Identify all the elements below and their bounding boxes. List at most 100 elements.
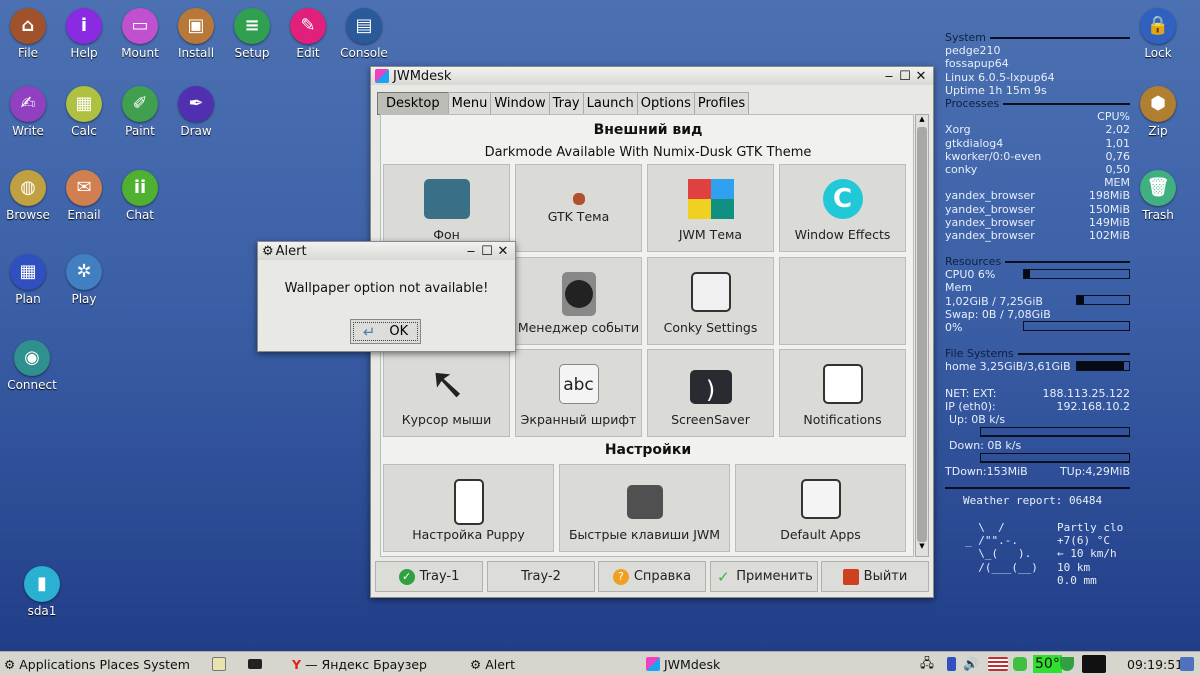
checkmark-icon: ✓ [716,567,730,586]
tile-wrench-icon[interactable]: Настройка Puppy [383,464,554,552]
battery-tray-icon[interactable] [947,655,956,673]
default-apps-icon [800,479,841,519]
tab-desktop[interactable]: Desktop [377,92,449,115]
scroll-down-arrow[interactable]: ▼ [916,542,928,554]
tab-options[interactable]: Options [636,92,695,115]
alert-ok-button[interactable]: ↵ OK [350,319,421,344]
button-tray-1[interactable]: ✓ Tray-1 [375,561,483,592]
desktop-icon-trash[interactable]: 🗑 Trash [1130,170,1186,222]
process-value: 0,50 [1105,163,1131,177]
process-name: Xorg [945,123,971,137]
temperature-tray[interactable]: 50° [1033,655,1062,673]
desktop-icon-chat[interactable]: ii Chat [112,170,168,222]
desktop-icon-calc[interactable]: ▦ Calc [56,86,112,138]
edit-label: Edit [296,46,320,60]
notifications-icon [822,364,863,404]
console-label: Console [340,46,388,60]
volume-tray-icon[interactable]: 🔊 [963,655,979,673]
desktop-icon-browse[interactable]: ◍ Browse [0,170,56,222]
desktop-icon-play[interactable]: ✲ Play [56,254,112,306]
task-alert[interactable]: ⚙ Alert [470,655,640,673]
task-label: Alert [485,656,515,672]
applications-menu[interactable]: ⚙ Applications Places System [4,655,190,673]
desktop-icon-help[interactable]: i Help [56,8,112,60]
process-value: 198MiB [1088,189,1130,203]
tile-default-apps-icon[interactable]: Default Apps [735,464,906,552]
tile-conky-settings-icon[interactable]: Conky Settings [647,256,774,345]
exit-door-icon [842,568,859,585]
alert-titlebar[interactable]: ⚙ Alert ‒ ☐ ✕ [258,242,515,260]
button-tray-2[interactable]: Tray-2 [487,561,595,592]
desktop-icon-lock[interactable]: 🔒 Lock [1130,8,1186,60]
help-circle-icon-label: Справка [633,569,692,584]
tile-gtk-theme-icon[interactable]: GTK Тема [515,164,642,252]
desktop-icon-file[interactable]: ⌂ File [0,8,56,60]
tile-screensaver-moon-icon[interactable]: ) ScreenSaver [647,349,774,437]
button-справка[interactable]: ? Справка [598,561,706,592]
process-name: yandex_browser [945,229,1035,243]
jwm-theme-icon-label: JWM Тема [678,227,743,242]
scroll-up-arrow[interactable]: ▲ [916,115,928,127]
firewall-shield-icon[interactable] [1060,655,1074,673]
button-применить[interactable]: ✓ Применить [710,561,818,592]
trash-label: Trash [1142,208,1174,222]
alert-minimize-button[interactable]: ‒ [463,244,479,259]
tile-jwm-theme-icon[interactable]: JWM Тема [647,164,774,252]
desktop-icon-write[interactable]: ✍ Write [0,86,56,138]
tab-tray[interactable]: Tray [548,92,584,115]
process-value: 149MiB [1088,215,1130,229]
desktop-icon-draw[interactable]: ✒ Draw [168,86,224,138]
tile-screen-font-icon[interactable]: abc Экранный шрифт [515,349,642,437]
keyboard-layout-flag-icon[interactable] [988,655,1008,673]
desktop-icon-console[interactable]: ▤ Console [336,8,392,60]
ip-value: 192.168.10.2 [1056,399,1130,413]
tab-launch[interactable]: Launch [582,92,638,115]
weather-art: \ / _ /"".-. \_( ). /(___(__) [965,521,1038,574]
tile-event-manager-icon[interactable]: Менеджер событи [515,256,642,345]
tile-mouse-cursor-icon[interactable]: ➚ Курсор мыши [383,349,510,437]
desktop-icon-connect[interactable]: ◉ Connect [4,340,60,392]
close-button[interactable]: ✕ [913,69,929,84]
clock[interactable]: 09:19:51 [1127,655,1183,673]
network-tray-icon[interactable]: 🖧 [920,655,934,673]
tile-window-effects-gear-icon[interactable]: C Window Effects [779,164,906,252]
scrollbar-thumb[interactable] [917,127,927,542]
tab-menu[interactable]: Menu [447,92,492,115]
maximize-button[interactable]: ☐ [897,69,913,84]
desktop-icon-zip[interactable]: ⬢ Zip [1130,86,1186,138]
mount-label: Mount [121,46,159,60]
tile-notifications-icon[interactable]: Notifications [779,349,906,437]
button-выйти[interactable]: Выйти [821,561,929,592]
minimize-button[interactable]: ‒ [881,69,897,84]
net-ext-value: 188.113.25.122 [1042,386,1130,400]
tray-black-icon[interactable] [1082,655,1106,673]
desktop-icon-edit[interactable]: ✎ Edit [280,8,336,60]
storage-tray-icon[interactable] [1013,655,1027,673]
check-circle-icon: ✓ [398,568,415,585]
desktop-icon-install[interactable]: ▣ Install [168,8,224,60]
file-label: File [17,46,39,60]
task-yandex-browser[interactable]: Y — Яндекс Браузер [292,655,462,673]
alert-dialog: ⚙ Alert ‒ ☐ ✕ Wallpaper option not avail… [257,241,516,352]
task-jwmdesk[interactable]: JWMdesk [646,655,816,673]
alert-maximize-button[interactable]: ☐ [479,244,495,259]
calc-icon: ▦ [66,86,102,122]
desktop-icon-mount[interactable]: ▭ Mount [112,8,168,60]
tab-profiles[interactable]: Profiles [693,92,750,115]
desktop-icon-email[interactable]: ✉ Email [56,170,112,222]
scrollbar[interactable]: ▲ ▼ [915,114,929,557]
jwmdesk-titlebar[interactable]: JWMdesk ‒ ☐ ✕ [371,67,933,85]
desktop-icon-setup[interactable]: ≡ Setup [224,8,280,60]
pager-workspace[interactable] [248,655,262,673]
ok-label: OK [389,324,409,339]
show-desktop-button[interactable] [212,655,226,673]
desktop-icon-sda1[interactable]: ▮ sda1 [14,566,70,618]
tray-settings-icon[interactable] [1180,655,1194,673]
desktop-icon-paint[interactable]: ✐ Paint [112,86,168,138]
alert-close-button[interactable]: ✕ [495,244,511,259]
desktop-icon-plan[interactable]: ▦ Plan [0,254,56,306]
tile-keyboard-shortcuts-icon[interactable]: Быстрые клавиши JWM [559,464,730,552]
tab-window[interactable]: Window [490,92,550,115]
plan-label: Plan [15,292,41,306]
tile-wallpaper-roller-icon[interactable]: Фон [383,164,510,252]
